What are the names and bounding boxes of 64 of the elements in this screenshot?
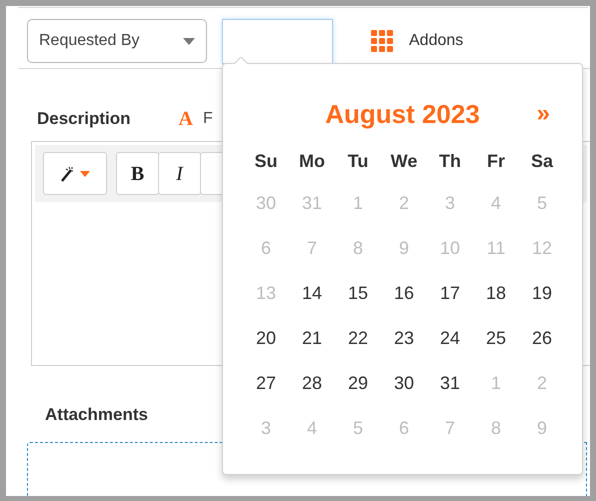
format-button[interactable]: B <box>116 152 159 195</box>
day-cell[interactable]: 9 <box>381 226 427 271</box>
description-label: Description <box>37 108 131 130</box>
weekday-label: Th <box>438 150 462 172</box>
day-cell[interactable]: 5 <box>335 406 381 451</box>
day-cell[interactable]: 21 <box>289 316 335 361</box>
day-cell[interactable]: 27 <box>243 361 289 406</box>
day-cell[interactable]: 4 <box>473 181 519 226</box>
day-cell[interactable]: 12 <box>519 226 565 271</box>
day-cell[interactable]: 5 <box>519 181 565 226</box>
caret-icon <box>80 170 90 176</box>
magic-wand-icon <box>60 166 74 182</box>
day-cell[interactable]: 31 <box>289 181 335 226</box>
weekday-label: Su <box>253 150 278 172</box>
day-cell[interactable]: 1 <box>473 361 519 406</box>
day-cell[interactable]: 9 <box>519 406 565 451</box>
day-cell[interactable]: 2 <box>381 181 427 226</box>
day-cell[interactable]: 2 <box>519 361 565 406</box>
day-cell[interactable]: 19 <box>519 271 565 316</box>
day-cell[interactable]: 29 <box>335 361 381 406</box>
weekday-label: Sa <box>530 150 554 172</box>
day-cell[interactable]: 3 <box>243 406 289 451</box>
day-cell[interactable]: 24 <box>427 316 473 361</box>
magic-wand-button[interactable] <box>43 152 107 195</box>
day-cell[interactable]: 7 <box>289 226 335 271</box>
next-month-button[interactable]: » <box>536 96 550 132</box>
day-cell[interactable]: 23 <box>381 316 427 361</box>
day-cell[interactable]: 15 <box>335 271 381 316</box>
weekday-label: Fr <box>486 150 506 172</box>
weekday-label: We <box>390 150 418 172</box>
day-cell[interactable]: 14 <box>289 271 335 316</box>
grid-icon <box>371 30 393 52</box>
day-cell[interactable]: 30 <box>381 361 427 406</box>
day-cell[interactable]: 13 <box>243 271 289 316</box>
font-label: F <box>202 109 213 129</box>
day-cell[interactable]: 10 <box>427 226 473 271</box>
dropdown-caret-icon <box>183 38 195 44</box>
day-cell[interactable]: 7 <box>427 406 473 451</box>
attachments-label: Attachments <box>45 404 148 426</box>
day-cell[interactable]: 30 <box>243 181 289 226</box>
day-cell[interactable]: 28 <box>289 361 335 406</box>
day-cell[interactable]: 17 <box>427 271 473 316</box>
addons-button[interactable]: Addons <box>371 29 464 53</box>
day-cell[interactable]: 20 <box>243 316 289 361</box>
day-cell[interactable]: 6 <box>243 226 289 271</box>
font-icon: A <box>178 104 193 134</box>
day-cell[interactable]: 31 <box>427 361 473 406</box>
weekday-label: Tu <box>346 150 370 172</box>
requested-by-select[interactable]: Requested By <box>27 19 207 63</box>
format-button[interactable]: I <box>158 152 201 195</box>
day-cell[interactable]: 8 <box>335 226 381 271</box>
day-cell[interactable]: 25 <box>473 316 519 361</box>
month-title[interactable]: August 2023 <box>325 94 480 134</box>
day-cell[interactable]: 16 <box>381 271 427 316</box>
day-cell[interactable]: 26 <box>519 316 565 361</box>
day-cell[interactable]: 11 <box>473 226 519 271</box>
day-cell[interactable]: 1 <box>335 181 381 226</box>
day-cell[interactable]: 22 <box>335 316 381 361</box>
day-cell[interactable]: 18 <box>473 271 519 316</box>
day-cell[interactable]: 3 <box>427 181 473 226</box>
day-cell[interactable]: 4 <box>289 406 335 451</box>
day-cell[interactable]: 8 <box>473 406 519 451</box>
day-cell[interactable]: 6 <box>381 406 427 451</box>
weekday-label: Mo <box>298 150 326 172</box>
